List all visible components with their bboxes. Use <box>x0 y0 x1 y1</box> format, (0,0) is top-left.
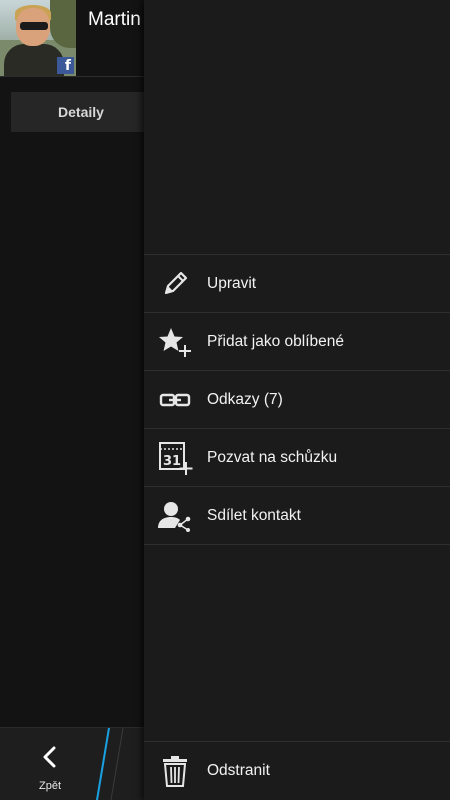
menu-item-links[interactable]: Odkazy (7) <box>144 371 450 429</box>
pencil-icon <box>144 255 206 313</box>
avatar-photo-body <box>4 44 64 76</box>
menu-item-label: Přidat jako oblíbené <box>207 332 345 350</box>
tab-detail[interactable]: Detaily <box>11 92 161 132</box>
menu-item-label: Odkazy (7) <box>207 390 283 408</box>
menu-item-label: Pozvat na schůzku <box>207 448 338 466</box>
contact-name: Martin <box>88 9 141 30</box>
action-bar-accent-divider <box>96 728 124 800</box>
avatar-photo-tree <box>50 0 76 48</box>
menu-item-delete[interactable]: Odstranit <box>144 741 450 800</box>
menu-item-label: Upravit <box>207 274 257 292</box>
overflow-menu: Upravit Přidat jako oblíbené Odkazy (7) <box>144 0 450 800</box>
calendar-day-number: 31 <box>163 454 181 469</box>
menu-item-invite-meeting[interactable]: 31 Pozvat na schůzku <box>144 429 450 487</box>
star-add-icon <box>144 313 206 371</box>
menu-item-share-contact[interactable]: Sdílet kontakt <box>144 487 450 545</box>
facebook-icon: f <box>57 57 74 74</box>
trash-icon <box>144 742 206 800</box>
menu-item-add-favorite[interactable]: Přidat jako oblíbené <box>144 313 450 371</box>
menu-item-label: Sdílet kontakt <box>207 506 301 524</box>
calendar-add-icon: 31 <box>144 429 206 487</box>
menu-item-edit[interactable]: Upravit <box>144 255 450 313</box>
link-icon <box>144 371 206 429</box>
delete-label: Odstranit <box>207 762 270 779</box>
avatar-photo-sunglasses <box>20 22 48 30</box>
chevron-left-icon <box>43 746 56 768</box>
avatar[interactable]: f <box>0 0 76 76</box>
back-button[interactable]: Zpět <box>20 728 80 800</box>
back-label: Zpět <box>38 780 61 792</box>
share-contact-icon <box>144 487 206 545</box>
